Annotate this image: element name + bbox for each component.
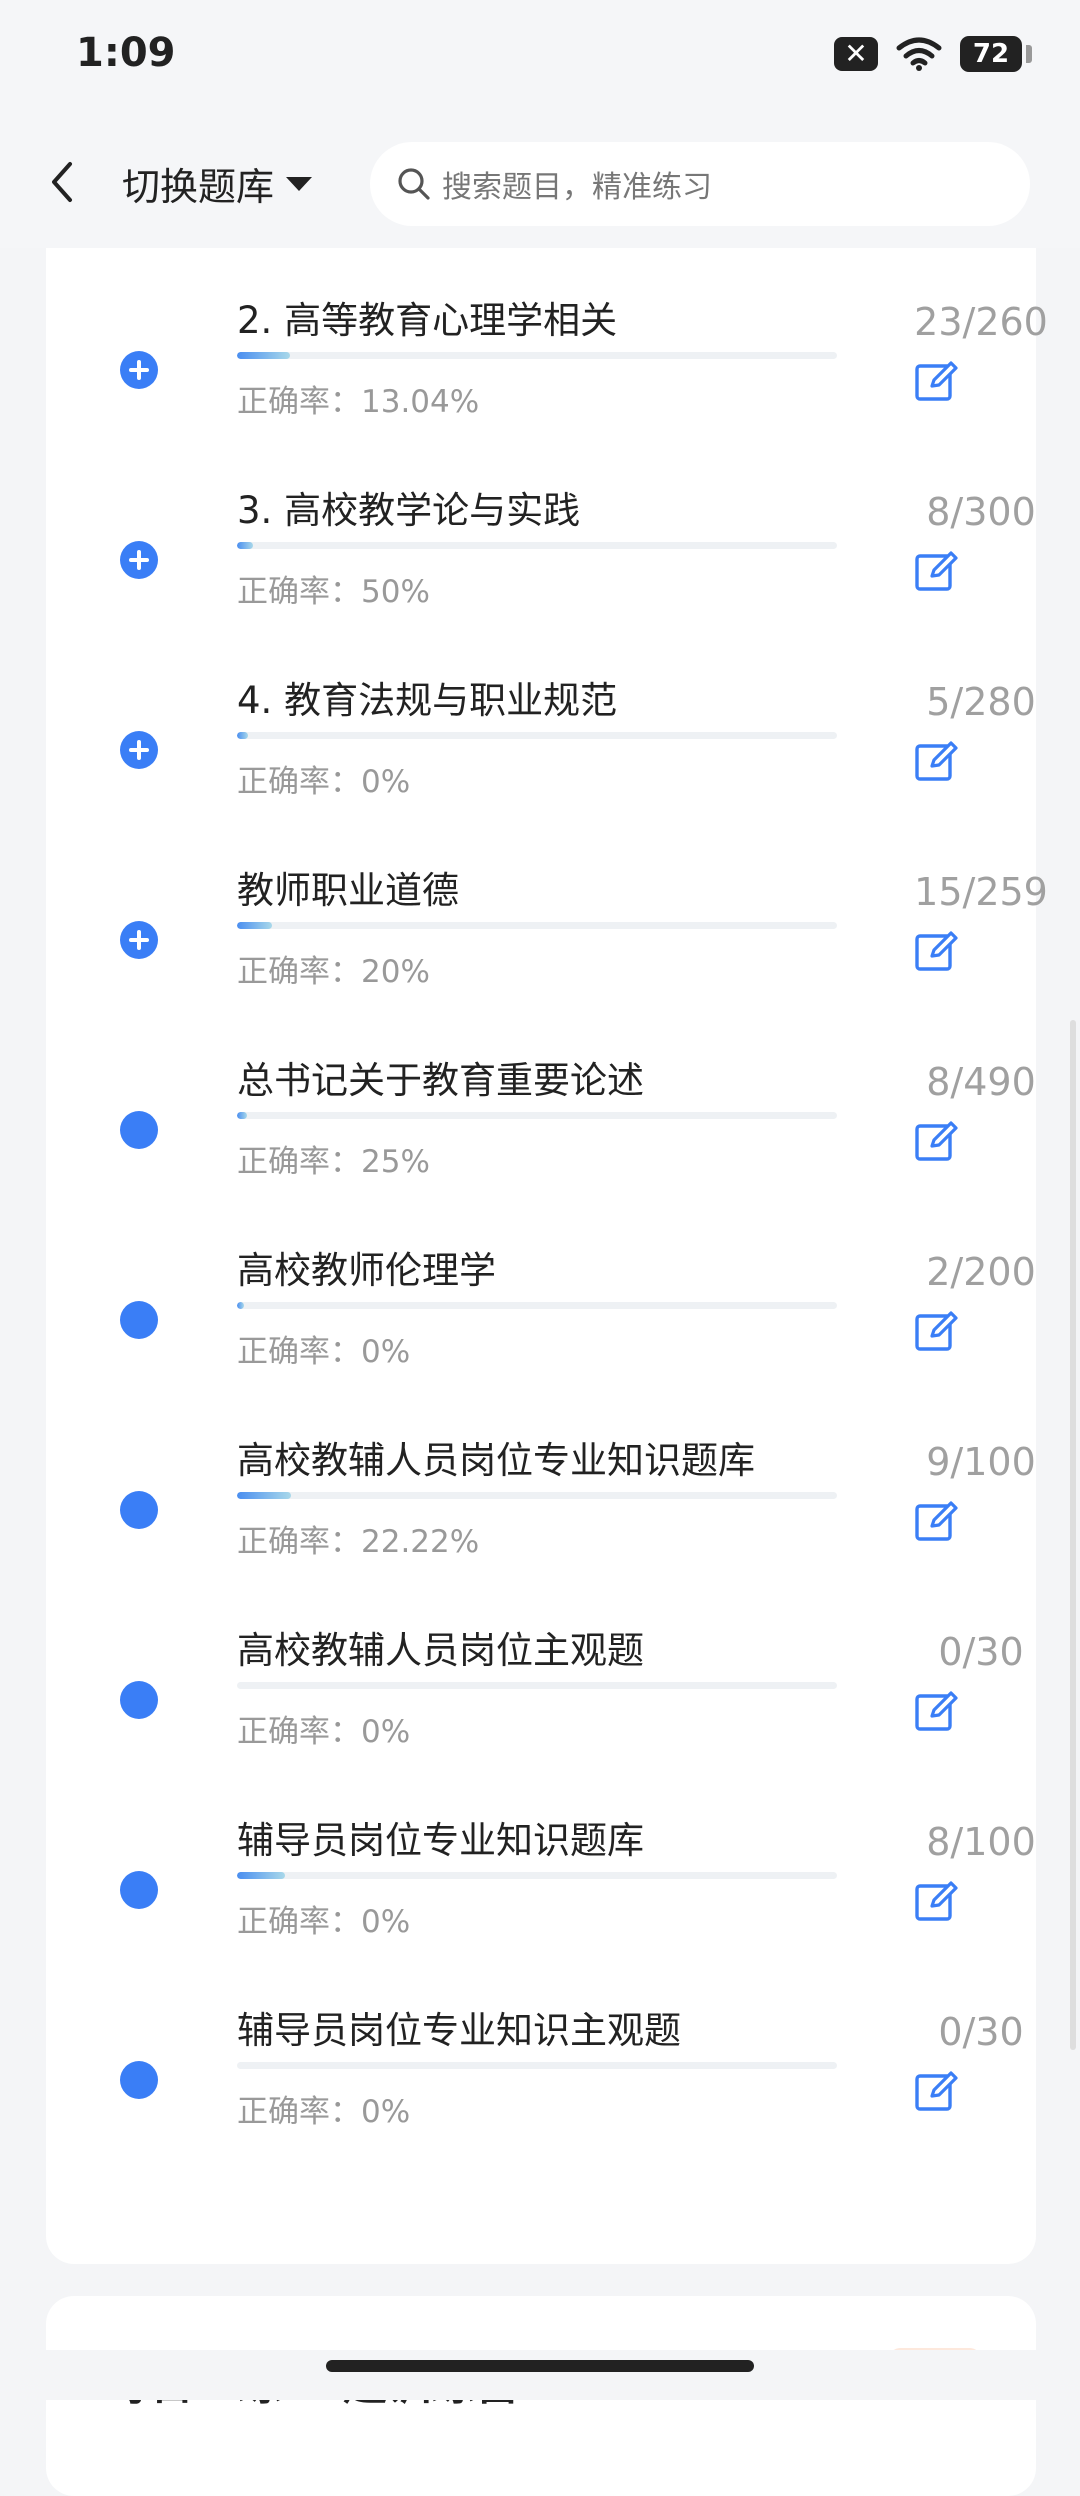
edit-icon[interactable] xyxy=(914,1878,960,1924)
edit-icon[interactable] xyxy=(914,1308,960,1354)
progress-fill xyxy=(237,542,254,549)
accuracy-text: 正确率：0% xyxy=(237,764,411,800)
edit-icon[interactable] xyxy=(914,548,960,594)
chevron-left-icon[interactable] xyxy=(40,152,84,212)
progress-count: 15/259 xyxy=(914,870,1048,914)
list-item[interactable]: 总书记关于教育重要论述 正确率：25% 8/490 xyxy=(46,1010,1036,1200)
header-bar: 切换题库 搜索题目，精准练习 xyxy=(0,120,1080,248)
edit-icon[interactable] xyxy=(914,738,960,784)
edit-icon[interactable] xyxy=(914,1118,960,1164)
progress-fill xyxy=(237,1302,245,1309)
accuracy-text: 正确率：0% xyxy=(237,1714,411,1750)
progress-bar xyxy=(237,1492,837,1499)
dot-icon[interactable] xyxy=(120,1491,158,1529)
edit-icon[interactable] xyxy=(914,1688,960,1734)
list-item[interactable]: 高校教辅人员岗位专业知识题库 正确率：22.22% 9/100 xyxy=(46,1390,1036,1580)
progress-count: 23/260 xyxy=(914,300,1048,344)
switch-bank-dropdown[interactable]: 切换题库 xyxy=(122,156,313,211)
progress-fill xyxy=(237,1872,285,1879)
item-title: 总书记关于教育重要论述 xyxy=(237,1059,644,1102)
progress-bar xyxy=(237,1112,837,1119)
dot-icon[interactable] xyxy=(120,1681,158,1719)
progress-bar xyxy=(237,1872,837,1879)
progress-count: 8/100 xyxy=(926,1820,1036,1864)
plus-circle-icon[interactable] xyxy=(120,351,158,389)
accuracy-text: 正确率：50% xyxy=(237,574,430,610)
item-title: 4. 教育法规与职业规范 xyxy=(237,679,618,722)
progress-bar xyxy=(237,922,837,929)
list-item[interactable]: 2. 高等教育心理学相关 正确率：13.04% 23/260 xyxy=(46,250,1048,440)
progress-fill xyxy=(237,1112,247,1119)
item-title: 2. 高等教育心理学相关 xyxy=(237,299,618,342)
accuracy-text: 正确率：0% xyxy=(237,1904,411,1940)
dot-icon[interactable] xyxy=(120,1301,158,1339)
progress-count: 9/100 xyxy=(926,1440,1036,1484)
search-placeholder: 搜索题目，精准练习 xyxy=(442,170,712,205)
accuracy-text: 正确率：0% xyxy=(237,2094,411,2130)
caret-down-icon xyxy=(286,176,313,191)
edit-icon[interactable] xyxy=(914,1498,960,1544)
plus-circle-icon[interactable] xyxy=(120,541,158,579)
accuracy-text: 正确率：20% xyxy=(237,954,430,990)
item-title: 3. 高校教学论与实践 xyxy=(237,489,581,532)
progress-bar xyxy=(237,352,837,359)
accuracy-text: 正确率：13.04% xyxy=(237,384,480,420)
plus-circle-icon[interactable] xyxy=(120,731,158,769)
progress-bar xyxy=(237,1302,837,1309)
edit-icon[interactable] xyxy=(914,2068,960,2114)
question-bank-list: 正确率：40% 2. 高等教育心理学相关 正确率：13.04% 23/260 3… xyxy=(46,161,1048,2264)
item-title: 高校教辅人员岗位专业知识题库 xyxy=(237,1439,755,1482)
item-title: 教师职业道德 xyxy=(237,869,459,912)
accuracy-text: 正确率：22.22% xyxy=(237,1524,480,1560)
progress-fill xyxy=(237,1492,291,1499)
dot-icon[interactable] xyxy=(120,1871,158,1909)
search-input[interactable]: 搜索题目，精准练习 xyxy=(370,142,1030,226)
scrollbar[interactable] xyxy=(1070,1020,1076,2050)
progress-fill xyxy=(237,352,291,359)
list-item[interactable]: 辅导员岗位专业知识题库 正确率：0% 8/100 xyxy=(46,1770,1036,1960)
edit-icon[interactable] xyxy=(914,928,960,974)
list-item[interactable]: 4. 教育法规与职业规范 正确率：0% 5/280 xyxy=(46,630,1036,820)
item-title: 高校教辅人员岗位主观题 xyxy=(237,1629,644,1672)
progress-bar xyxy=(237,542,837,549)
item-title: 辅导员岗位专业知识主观题 xyxy=(237,2009,681,2052)
accuracy-text: 正确率：25% xyxy=(237,1144,430,1180)
dot-icon[interactable] xyxy=(120,2061,158,2099)
home-indicator[interactable] xyxy=(326,2360,754,2372)
progress-count: 0/30 xyxy=(938,1630,1024,1674)
search-icon xyxy=(398,168,430,200)
progress-count: 8/490 xyxy=(926,1060,1036,1104)
progress-count: 8/300 xyxy=(926,490,1036,534)
progress-count: 0/30 xyxy=(938,2010,1024,2054)
edit-icon[interactable] xyxy=(914,358,960,404)
item-title: 高校教师伦理学 xyxy=(237,1249,496,1292)
list-item[interactable]: 高校教辅人员岗位主观题 正确率：0% 0/30 xyxy=(46,1580,1036,1770)
list-item[interactable]: 教师职业道德 正确率：20% 15/259 xyxy=(46,820,1048,1010)
progress-bar xyxy=(237,732,837,739)
plus-circle-icon[interactable] xyxy=(120,921,158,959)
bottom-area xyxy=(0,2350,1080,2400)
accuracy-text: 正确率：0% xyxy=(237,1334,411,1370)
progress-count: 5/280 xyxy=(926,680,1036,724)
progress-count: 2/200 xyxy=(926,1250,1036,1294)
item-title: 辅导员岗位专业知识题库 xyxy=(237,1819,644,1862)
list-item[interactable]: 3. 高校教学论与实践 正确率：50% 8/300 xyxy=(46,440,1036,630)
switch-bank-label: 切换题库 xyxy=(122,165,275,209)
progress-fill xyxy=(237,922,272,929)
list-item[interactable]: 高校教师伦理学 正确率：0% 2/200 xyxy=(46,1200,1036,1390)
progress-bar xyxy=(237,2062,837,2069)
progress-fill xyxy=(237,732,248,739)
progress-bar xyxy=(237,1682,837,1689)
dot-icon[interactable] xyxy=(120,1111,158,1149)
list-item[interactable]: 辅导员岗位专业知识主观题 正确率：0% 0/30 xyxy=(46,1960,1036,2150)
